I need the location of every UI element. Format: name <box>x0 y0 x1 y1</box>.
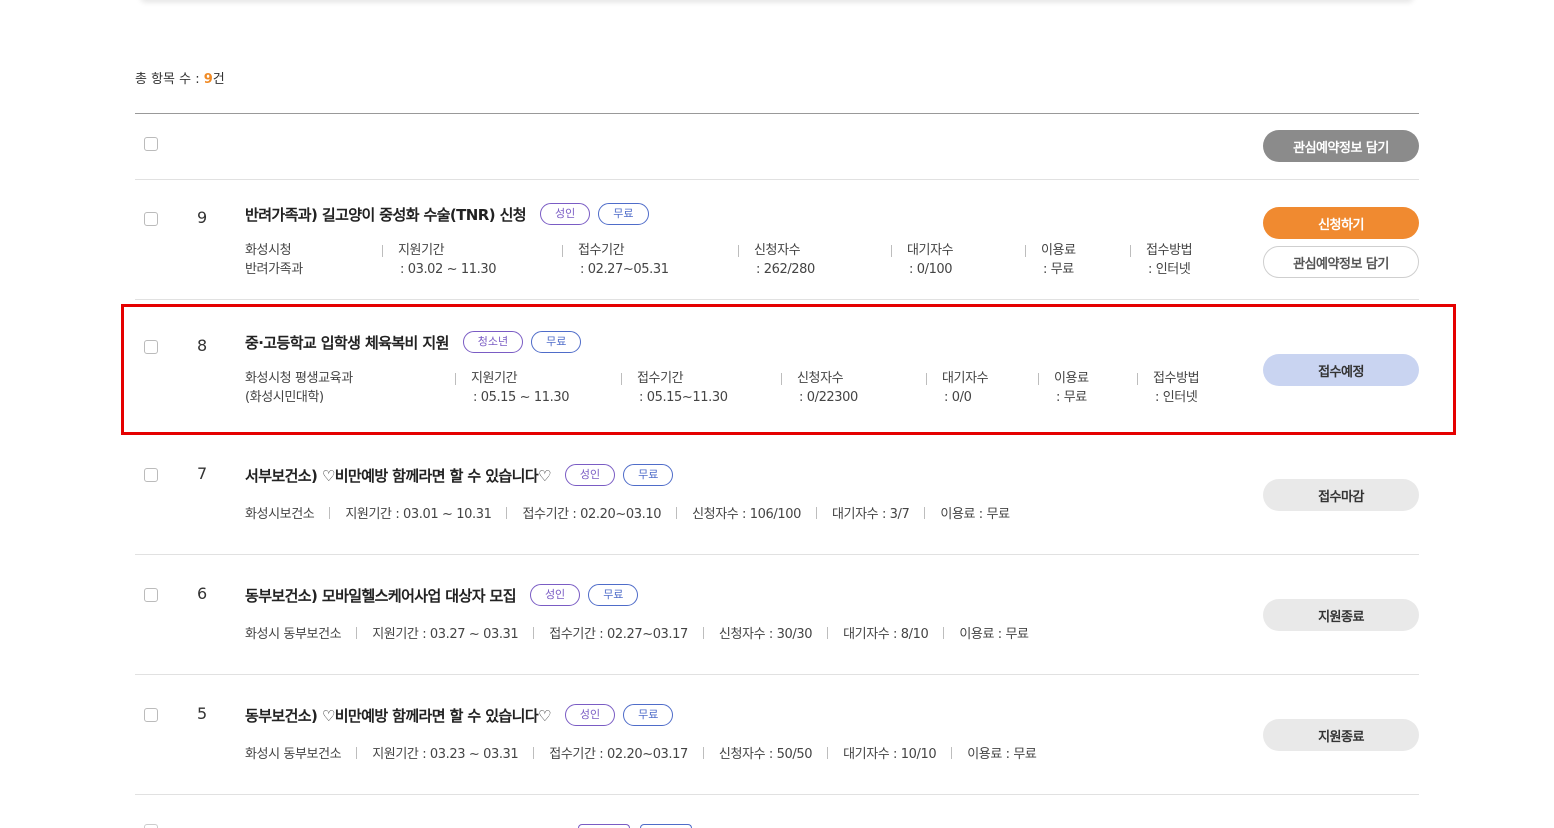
meta-organization: 화성시청 반려가족과 <box>245 243 303 277</box>
meta-support-period: 지원기간 : 03.01 ~ 10.31 <box>345 507 492 522</box>
total-count: 총 항목 수 : 9건 <box>135 68 225 87</box>
item-number: 6 <box>197 584 208 603</box>
list-item: 5 동부보건소) ♡비만예방 함께라면 할 수 있습니다♡ 성인 무료 화성시 … <box>135 675 1419 795</box>
program-list: 총 항목 수 : 9건 관심예약정보 담기 9 반려가족과) 길고양이 중성화 … <box>135 0 1419 828</box>
meta-application-period: 접수기간 : 02.20~03.17 <box>549 747 688 762</box>
meta-application-period: 접수기간 : 02.27~03.17 <box>549 627 688 642</box>
meta-support-period: 지원기간 : 03.23 ~ 03.31 <box>372 747 519 762</box>
item-meta: 화성시청 평생교육과 (화성시민대학) 지원기간: 05.15 ~ 11.30 접… <box>245 369 1237 407</box>
meta-applicants: 신청자수: 262/280 <box>738 241 891 279</box>
meta-method: 접수방법: 인터넷 <box>1137 369 1237 407</box>
apply-button[interactable]: 신청하기 <box>1263 207 1419 239</box>
fee-tag: 무료 <box>623 464 674 486</box>
list-item: 7 서부보건소) ♡비만예방 함께라면 할 수 있습니다♡ 성인 무료 화성시보… <box>135 435 1419 555</box>
item-title[interactable]: 동부보건소) ♡비만예방 함께라면 할 수 있습니다♡ <box>245 705 551 726</box>
item-checkbox[interactable] <box>144 708 158 722</box>
meta-waitlist: 대기자수 : 8/10 <box>843 627 929 642</box>
item-meta: 화성시보건소 지원기간 : 03.01 ~ 10.31 접수기간 : 02.20… <box>245 503 1010 522</box>
meta-applicants: 신청자수 : 50/50 <box>718 747 813 762</box>
meta-organization: 화성시 동부보건소 <box>245 627 342 642</box>
meta-organization: 화성시청 평생교육과 (화성시민대학) <box>245 371 353 405</box>
meta-organization: 화성시보건소 <box>245 507 315 522</box>
target-tag-partial <box>578 824 630 828</box>
item-meta: 화성시 동부보건소 지원기간 : 03.27 ~ 03.31 접수기간 : 02… <box>245 623 1029 642</box>
fee-tag: 무료 <box>598 203 649 225</box>
meta-applicants: 신청자수 : 30/30 <box>718 627 813 642</box>
fee-tag-partial <box>640 824 692 828</box>
item-number: 8 <box>197 336 208 355</box>
item-checkbox-partial[interactable] <box>144 824 158 828</box>
meta-application-period: 접수기간: 02.27~05.31 <box>562 241 738 279</box>
meta-fee: 이용료 : 무료 <box>967 747 1037 762</box>
item-checkbox[interactable] <box>144 468 158 482</box>
list-header: 관심예약정보 담기 <box>135 113 1419 180</box>
item-number: 9 <box>197 208 208 227</box>
meta-waitlist: 대기자수: 0/0 <box>926 369 1038 407</box>
item-checkbox[interactable] <box>144 340 158 354</box>
list-item: 9 반려가족과) 길고양이 중성화 수술(TNR) 신청 성인 무료 화성시청 반… <box>135 179 1419 300</box>
target-tag: 성인 <box>564 464 616 486</box>
meta-application-period: 접수기간 : 02.20~03.10 <box>522 507 662 522</box>
item-meta: 화성시청 반려가족과 지원기간: 03.02 ~ 11.30 접수기간: 02.2… <box>245 241 1230 279</box>
meta-support-period: 지원기간: 05.15 ~ 11.30 <box>455 369 621 407</box>
item-checkbox[interactable] <box>144 212 158 226</box>
item-title[interactable]: 동부보건소) 모바일헬스케어사업 대상자 모집 <box>245 585 517 606</box>
total-number: 9 <box>203 72 213 87</box>
meta-fee: 이용료: 무료 <box>1038 369 1137 407</box>
meta-waitlist: 대기자수 : 10/10 <box>843 747 937 762</box>
bulk-add-interest-button[interactable]: 관심예약정보 담기 <box>1263 130 1419 162</box>
item-title[interactable]: 중·고등학교 입학생 체육복비 지원 <box>245 332 449 353</box>
item-meta: 화성시 동부보건소 지원기간 : 03.23 ~ 03.31 접수기간 : 02… <box>245 743 1037 762</box>
meta-organization: 화성시 동부보건소 <box>245 747 342 762</box>
item-number: 5 <box>197 704 208 723</box>
meta-waitlist: 대기자수: 0/100 <box>891 241 1025 279</box>
meta-applicants: 신청자수 : 106/100 <box>692 507 801 522</box>
meta-application-period: 접수기간: 05.15~11.30 <box>621 369 781 407</box>
meta-applicants: 신청자수: 0/22300 <box>781 369 926 407</box>
meta-fee: 이용료 : 무료 <box>940 507 1010 522</box>
fee-tag: 무료 <box>588 584 639 606</box>
select-all-checkbox[interactable] <box>144 137 158 151</box>
total-label: 총 항목 수 : <box>135 72 204 87</box>
list-item: 6 동부보건소) 모바일헬스케어사업 대상자 모집 성인 무료 화성시 동부보건… <box>135 555 1419 675</box>
target-tag: 성인 <box>540 203 591 225</box>
target-tag: 청소년 <box>462 331 524 353</box>
list-item: 8 중·고등학교 입학생 체육복비 지원 청소년 무료 화성시청 평생교육과 (화… <box>135 299 1419 435</box>
scheduled-button[interactable]: 접수예정 <box>1263 354 1419 386</box>
total-unit: 건 <box>212 72 225 87</box>
fee-tag: 무료 <box>623 704 674 726</box>
meta-fee: 이용료 : 무료 <box>959 627 1029 642</box>
ended-button[interactable]: 지원종료 <box>1263 719 1419 751</box>
item-title[interactable]: 반려가족과) 길고양이 중성화 수술(TNR) 신청 <box>245 204 527 225</box>
target-tag: 성인 <box>564 704 616 726</box>
target-tag: 성인 <box>529 584 581 606</box>
meta-support-period: 지원기간 : 03.27 ~ 03.31 <box>372 627 519 642</box>
item-checkbox[interactable] <box>144 588 158 602</box>
ended-button[interactable]: 지원종료 <box>1263 599 1419 631</box>
meta-method: 접수방법: 인터넷 <box>1130 241 1230 279</box>
meta-support-period: 지원기간: 03.02 ~ 11.30 <box>382 241 562 279</box>
closed-button[interactable]: 접수마감 <box>1263 479 1419 511</box>
meta-fee: 이용료: 무료 <box>1025 241 1130 279</box>
item-number: 7 <box>197 464 208 483</box>
add-interest-button[interactable]: 관심예약정보 담기 <box>1263 246 1419 278</box>
item-title[interactable]: 서부보건소) ♡비만예방 함께라면 할 수 있습니다♡ <box>245 465 551 486</box>
fee-tag: 무료 <box>531 331 582 353</box>
meta-waitlist: 대기자수 : 3/7 <box>831 507 910 522</box>
